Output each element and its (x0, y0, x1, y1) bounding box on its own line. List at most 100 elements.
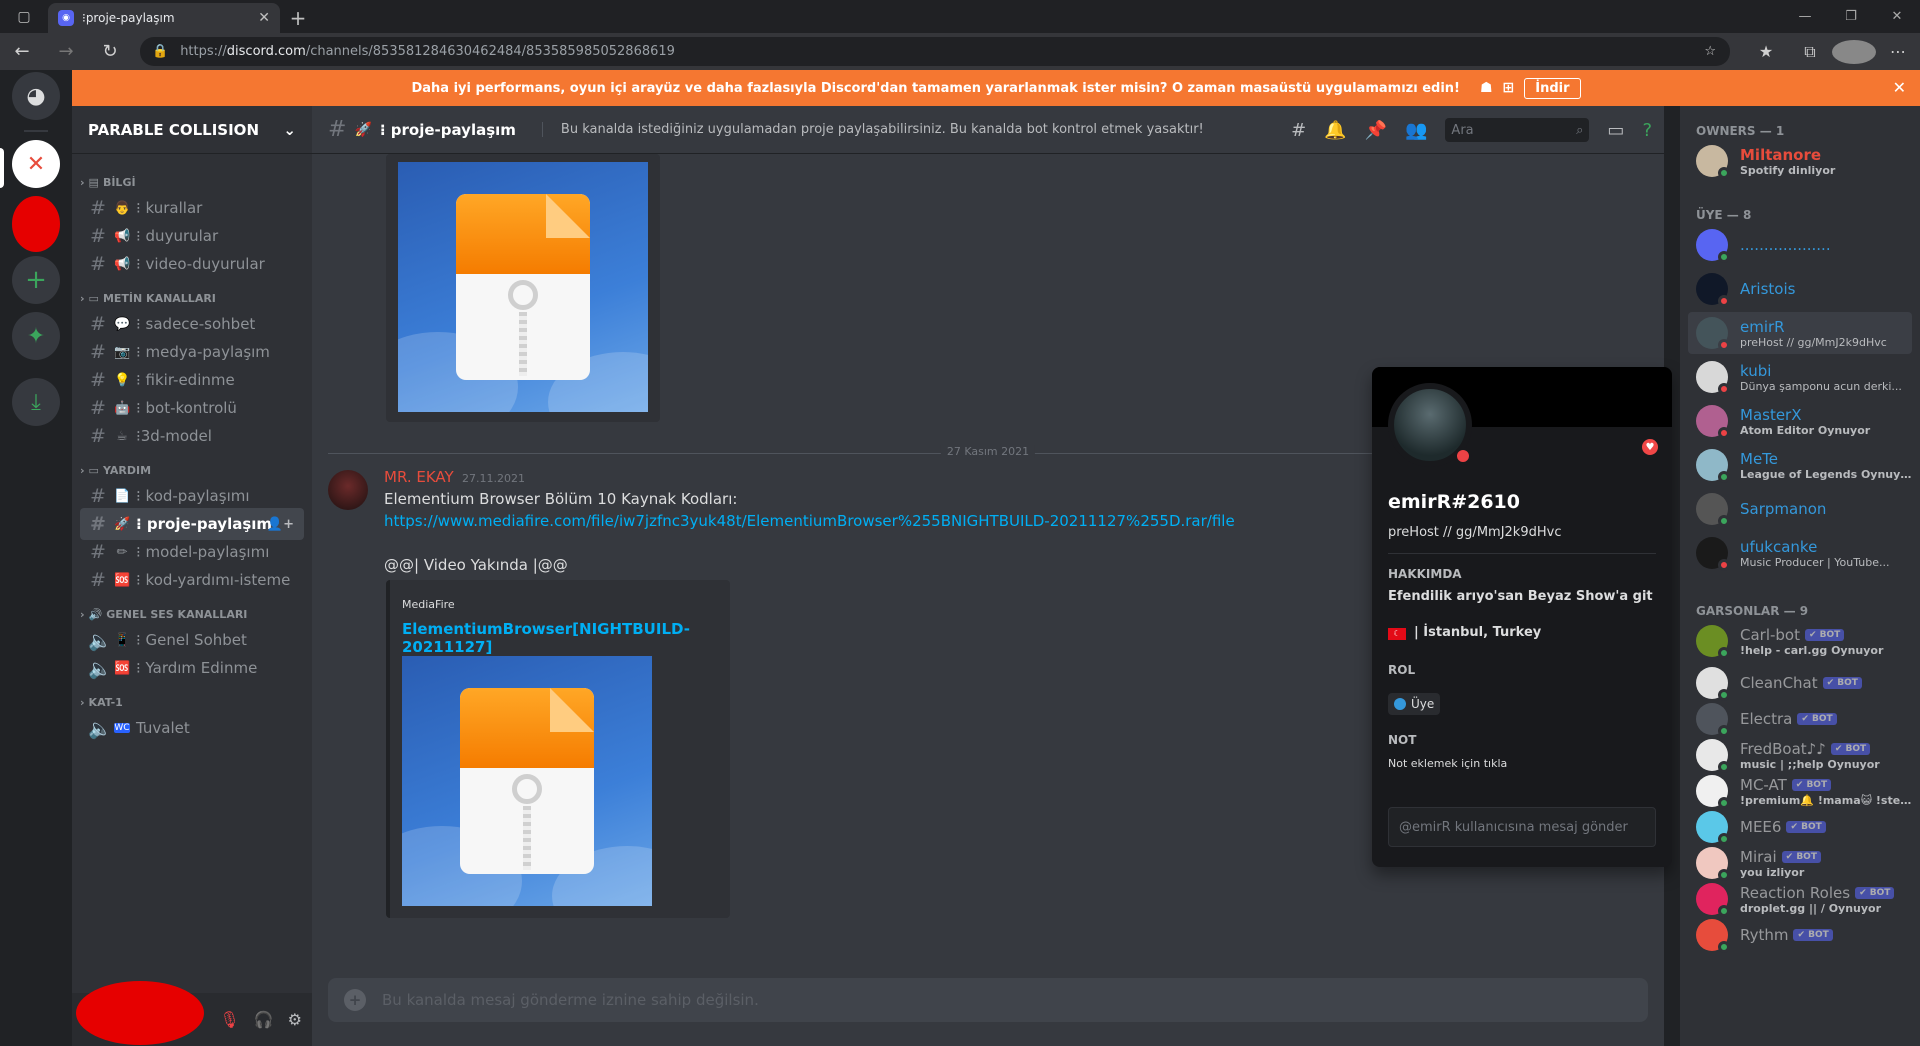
member-rythm[interactable]: Rythm ✔ BOT (1688, 914, 1912, 956)
address-bar[interactable]: 🔒 https://discord.com/channels/853581284… (140, 37, 1730, 66)
download-apps-icon[interactable]: ⤓ (12, 378, 60, 426)
member-avatar (1696, 775, 1730, 809)
embed-image[interactable] (402, 656, 652, 906)
close-tab-icon[interactable]: ✕ (258, 10, 270, 26)
member-kubi[interactable]: kubi Dünya şamponu acun derki... (1688, 356, 1912, 398)
message-input[interactable]: + Bu kanalda mesaj gönderme iznine sahip… (328, 978, 1648, 1022)
member-avatar (1696, 919, 1730, 953)
voice-channel-yardim-edinme[interactable]: 🔈 🆘 ⁝ Yardım Edinme (80, 652, 304, 684)
restore-icon[interactable]: ❐ (1828, 0, 1874, 33)
redacted-user-avatar[interactable] (76, 981, 204, 1045)
reload-icon[interactable]: ↻ (88, 33, 132, 70)
category-yardim[interactable]: › ▭ YARDIM (80, 464, 151, 477)
explore-icon[interactable]: ✦ (12, 312, 60, 360)
category-ses[interactable]: › 🔊 GENEL SES KANALLARI (80, 608, 247, 621)
hash-icon: # (90, 369, 106, 391)
message-timestamp: 27.11.2021 (462, 472, 525, 485)
message-author[interactable]: MR. EKAY (384, 468, 454, 486)
url-text: https://discord.com/channels/85358128463… (180, 44, 675, 59)
server-icon-parable[interactable]: ✕ (12, 140, 60, 188)
category-kat-1[interactable]: › KAT-1 (80, 696, 123, 709)
note-input[interactable]: Not eklemek için tıkla (1388, 757, 1507, 770)
profile-message-input[interactable]: @emirR kullanıcısına mesaj gönder (1388, 807, 1656, 847)
embed-title[interactable]: ElementiumBrowser[NIGHTBUILD-20211127] (402, 620, 730, 656)
pin-icon[interactable]: 📌 (1365, 120, 1387, 141)
back-icon[interactable]: ← (0, 33, 44, 70)
add-server-icon[interactable]: + (12, 256, 60, 304)
search-input[interactable]: Ara ⌕ (1445, 118, 1590, 142)
mute-microphone-icon[interactable]: 🎙 (219, 1010, 239, 1029)
inbox-icon[interactable]: ▭ (1607, 120, 1624, 141)
headphones-icon[interactable]: 🎧 (254, 1010, 274, 1029)
member-mete[interactable]: MeTe League of Legends Oynuyor (1688, 444, 1912, 486)
message-avatar[interactable] (328, 470, 368, 510)
settings-gear-icon[interactable]: ⚙ (288, 1010, 302, 1029)
category-metin[interactable]: › ▭ METİN KANALLARI (80, 292, 216, 305)
category-icon: ▭ (88, 464, 99, 477)
member-avatar (1696, 667, 1730, 701)
profile-divider (1388, 553, 1656, 554)
channel-video-duyurular[interactable]: # 📢 ⁝ video-duyurular (80, 248, 304, 280)
new-tab-button[interactable]: + (280, 3, 316, 33)
voice-channel-tuvalet[interactable]: 🔈 WC Tuvalet (80, 712, 304, 744)
user-panel: 🎙 🎧 ⚙ (72, 981, 312, 1046)
close-banner-icon[interactable]: ✕ (1893, 78, 1906, 97)
chevron-down-icon: › (80, 176, 85, 189)
help-icon[interactable]: ? (1642, 120, 1652, 141)
member-avatar (1696, 405, 1730, 439)
camera-icon: 📷 (114, 344, 131, 360)
threads-icon[interactable]: # (1291, 120, 1306, 141)
android-icon[interactable]: ☗ (1480, 80, 1493, 96)
rocket-icon: 🚀 (354, 121, 372, 138)
member-dots[interactable]: ................... (1688, 224, 1912, 266)
member-ufukcanke[interactable]: ufukcanke Music Producer | YouTube... (1688, 532, 1912, 574)
favorite-star-icon[interactable]: ☆ (1704, 44, 1716, 59)
redacted-server-icon[interactable] (12, 196, 60, 252)
member-aristois[interactable]: Aristois (1688, 268, 1912, 310)
lock-icon: 🔒 (152, 44, 169, 59)
message-text: Elementium Browser Bölüm 10 Kaynak Kodla… (384, 490, 738, 508)
member-avatar (1696, 537, 1730, 571)
minimize-icon[interactable]: — (1782, 0, 1828, 33)
close-window-icon[interactable]: ✕ (1874, 0, 1920, 33)
speaker-icon: 🔈 (88, 717, 112, 740)
member-list-icon[interactable]: 👥 (1405, 120, 1427, 141)
attachment-preview[interactable] (386, 154, 660, 422)
member-masterx[interactable]: MasterX Atom Editor Oynuyor (1688, 400, 1912, 442)
channel-topic[interactable]: Bu kanalda istediğiniz uygulamadan proje… (541, 122, 1204, 137)
document-icon: 📄 (114, 488, 131, 504)
collections-icon[interactable]: ⧉ (1788, 42, 1832, 62)
forward-icon[interactable]: → (44, 33, 88, 70)
channel-3d-model[interactable]: # ☕ ⁝3d-model (80, 420, 304, 452)
more-menu-icon[interactable]: ⋯ (1876, 42, 1920, 61)
browser-tab[interactable]: ◉ ⁝proje-paylaşım ✕ (48, 3, 280, 33)
member-avatar (1696, 739, 1730, 773)
member-avatar (1696, 625, 1730, 659)
profile-avatar[interactable] (1832, 39, 1876, 64)
invite-user-icon[interactable]: 👤+ (267, 517, 294, 532)
role-pill: Üye (1388, 693, 1441, 715)
member-avatar (1696, 883, 1730, 917)
favorites-icon[interactable]: ★ (1744, 42, 1788, 61)
member-sarpmanon[interactable]: Sarpmanon (1688, 488, 1912, 530)
member-emirr[interactable]: emirR preHost // gg/MmJ2k9dHvc (1688, 312, 1912, 354)
message-link[interactable]: https://www.mediafire.com/file/iw7jzfnc3… (384, 512, 1235, 530)
hash-icon: # (90, 485, 106, 507)
browser-tabbar: ▢ ◉ ⁝proje-paylaşım ✕ + — ❐ ✕ (0, 0, 1920, 33)
channel-kod-yardimi-isteme[interactable]: # 🆘 ⁝ kod-yardımı-isteme (80, 564, 304, 596)
server-header[interactable]: PARABLE COLLISION ⌄ (72, 106, 312, 154)
windows-icon[interactable]: ⊞ (1503, 80, 1515, 96)
megaphone-icon: 📢 (114, 256, 131, 272)
chat-bubble-icon: 💬 (114, 316, 131, 332)
download-button[interactable]: İndir (1524, 77, 1581, 99)
member-carl-bot[interactable]: Carl-bot ✔ BOT !help - carl.gg Oynuyor (1688, 620, 1912, 662)
tab-actions-icon[interactable]: ▢ (0, 0, 48, 33)
discord-home-icon[interactable]: ◕ (12, 72, 60, 120)
member-miltanore[interactable]: Miltanore Spotify dinliyor (1688, 140, 1912, 182)
search-icon: ⌕ (1576, 122, 1584, 138)
notification-bell-icon[interactable]: 🔔 (1324, 120, 1346, 141)
member-avatar (1696, 361, 1730, 395)
category-bilgi[interactable]: › ▤ BİLGİ (80, 176, 136, 189)
location-text: ☾ | İstanbul, Turkey (1388, 625, 1541, 640)
about-header: HAKKIMDA (1388, 567, 1462, 581)
